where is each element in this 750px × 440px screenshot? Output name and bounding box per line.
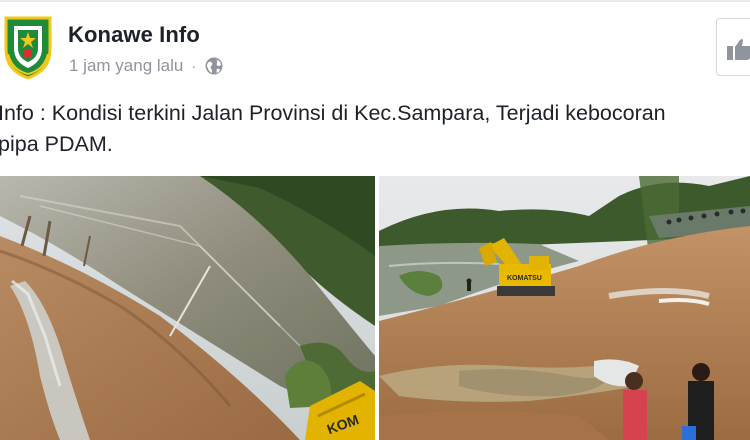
like-page-button[interactable] [716,18,750,76]
person-icon [466,278,472,291]
post-message: Info : Kondisi terkini Jalan Provinsi di… [0,101,666,156]
meta-separator: · [191,58,197,74]
excavator-repair-site-photo[interactable]: KOMATSU [379,176,750,440]
top-divider [0,0,750,2]
thumbs-up-icon [727,39,750,60]
page-avatar[interactable] [0,14,56,80]
globe-icon[interactable] [204,56,224,76]
flooded-riverbank-photo[interactable]: KOM [0,176,375,440]
svg-text:KOMATSU: KOMATSU [507,275,542,282]
page-name-link[interactable]: Konawe Info [68,22,200,48]
post-timestamp[interactable]: 1 jam yang lalu [69,56,183,76]
konawe-emblem-icon [4,16,52,80]
post-meta: 1 jam yang lalu · [69,56,224,76]
